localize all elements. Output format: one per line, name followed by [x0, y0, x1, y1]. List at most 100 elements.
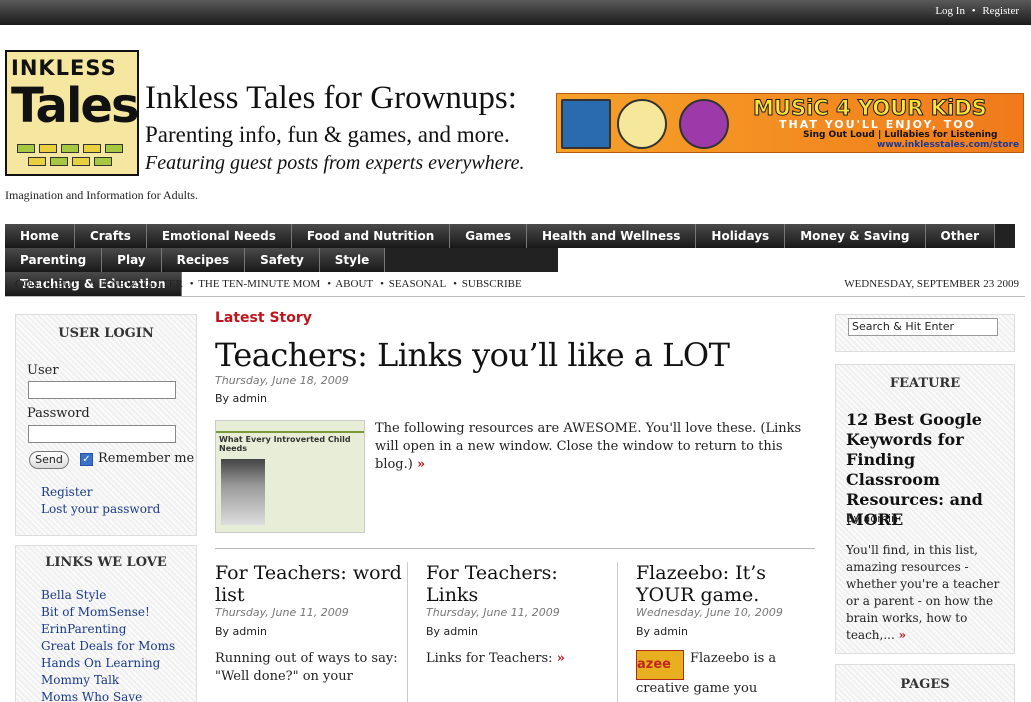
nav-health-wellness[interactable]: Health and Wellness: [527, 224, 697, 248]
site-title: Inkless Tales for Grownups:: [145, 80, 517, 116]
separator-dot: •: [971, 5, 976, 17]
auth-links: Log In • Register: [935, 5, 1019, 17]
subnav-subscribe[interactable]: SUBSCRIBE: [462, 278, 522, 290]
site-subtitle-2: Featuring guest posts from experts every…: [145, 152, 525, 174]
nav-recipes[interactable]: Recipes: [161, 248, 246, 272]
story-excerpt: The following resources are AWESOME. You…: [375, 421, 802, 472]
send-button[interactable]: Send: [29, 451, 69, 469]
lost-password-link[interactable]: Lost your password: [41, 502, 160, 516]
main-nav-row-2: Parenting Play Recipes Safety Style Teac…: [5, 248, 558, 296]
cd-disc-icon: [617, 99, 667, 149]
nav-crafts[interactable]: Crafts: [74, 224, 147, 248]
login-link[interactable]: Log In: [935, 5, 965, 17]
thumbnail-photo: [221, 459, 265, 525]
story-headline[interactable]: Teachers: Links you’ll like a LOT: [215, 336, 730, 374]
banner-url: www.inklesstales.com/store: [877, 140, 1020, 150]
post-title[interactable]: For Teachers: Links: [426, 562, 597, 606]
cd-disc-icon: [679, 99, 729, 149]
password-label: Password: [27, 406, 90, 421]
divider: [215, 548, 815, 549]
site-header: INKLESS Tales Inkless Tales for Grownups…: [5, 50, 525, 180]
register-link[interactable]: Register: [982, 5, 1019, 17]
subnav-about[interactable]: ABOUT: [335, 278, 373, 290]
logo-small-text: INKLESS: [11, 56, 117, 80]
story-date: Thursday, June 18, 2009: [215, 374, 349, 387]
divider: [5, 296, 1025, 297]
cd-cover-icon: [561, 99, 611, 149]
links-heading: LINKS WE LOVE: [45, 555, 167, 570]
current-date: WEDNESDAY, SEPTEMBER 23 2009: [844, 278, 1019, 290]
latest-story-label: Latest Story: [215, 310, 312, 326]
pages-heading: PAGES: [900, 677, 950, 692]
post-excerpt: azee Flazeebo is a creative game you: [636, 650, 777, 696]
subnav-ten-minute-mom[interactable]: THE TEN-MINUTE MOM: [198, 278, 320, 290]
pages-box: PAGES: [835, 664, 1015, 702]
banner-line3: Sing Out Loud | Lullabies for Listening: [803, 130, 998, 140]
top-bar: Log In • Register: [0, 0, 1031, 25]
post-byline: By admin: [426, 625, 479, 638]
feature-box: FEATURE 12 Best Google Keywords for Find…: [835, 364, 1015, 654]
post-title[interactable]: For Teachers: word list: [215, 562, 405, 606]
sub-nav: CONTRIBUTE • E-NEWSLETTER • THE TEN-MINUTE…: [15, 278, 1019, 290]
music-banner-ad[interactable]: MUSiC 4 YOUR KiDS THAT YOU'LL ENJOY, TOO…: [556, 93, 1024, 153]
read-more-arrow[interactable]: »: [417, 457, 425, 472]
list-item[interactable]: ErinParenting: [41, 622, 175, 639]
post-summary: For Teachers: Links Thursday, June 11, 2…: [407, 562, 597, 702]
post-date: Thursday, June 11, 2009: [426, 606, 560, 619]
login-heading: USER LOGIN: [58, 326, 154, 341]
nav-other[interactable]: Other: [925, 224, 996, 248]
user-input[interactable]: [28, 381, 176, 399]
nav-style[interactable]: Style: [319, 248, 386, 272]
post-byline: By admin: [636, 625, 689, 638]
banner-headline: MUSiC 4 YOUR KiDS: [753, 96, 988, 121]
list-item[interactable]: Bella Style: [41, 588, 175, 605]
subnav-enewsletter[interactable]: E-NEWSLETTER: [100, 278, 182, 290]
post-date: Wednesday, June 10, 2009: [636, 606, 783, 619]
site-tagline: Imagination and Information for Adults.: [5, 188, 198, 202]
nav-money-saving[interactable]: Money & Saving: [785, 224, 926, 248]
main-nav-row-1: Home Crafts Emotional Needs Food and Nut…: [5, 224, 1015, 248]
post-date: Thursday, June 11, 2009: [215, 606, 349, 619]
nav-food-nutrition[interactable]: Food and Nutrition: [291, 224, 451, 248]
list-item[interactable]: Hands On Learning: [41, 656, 175, 673]
list-item[interactable]: Great Deals for Moms: [41, 639, 175, 656]
nav-games[interactable]: Games: [450, 224, 527, 248]
nav-home[interactable]: Home: [5, 224, 75, 248]
nav-parenting[interactable]: Parenting: [5, 248, 103, 272]
nav-emotional-needs[interactable]: Emotional Needs: [146, 224, 292, 248]
feature-heading: FEATURE: [889, 376, 961, 391]
remember-label: Remember me: [98, 451, 195, 466]
register-link[interactable]: Register: [41, 485, 92, 499]
nav-safety[interactable]: Safety: [245, 248, 320, 272]
read-more-arrow[interactable]: »: [899, 628, 907, 642]
subnav-seasonal[interactable]: SEASONAL: [389, 278, 446, 290]
thumbnail-title: What Every Introverted Child Needs: [219, 435, 351, 453]
subnav-contribute[interactable]: CONTRIBUTE: [15, 278, 85, 290]
search-box: Search & Hit Enter: [835, 314, 1015, 352]
list-item[interactable]: Moms Who Save: [41, 690, 175, 702]
search-input[interactable]: Search & Hit Enter: [848, 318, 998, 336]
list-item[interactable]: Mommy Talk: [41, 673, 175, 690]
feature-byline: By admin: [846, 512, 899, 525]
links-we-love-box: LINKS WE LOVE Bella Style Bit of MomSens…: [15, 545, 197, 702]
password-input[interactable]: [28, 425, 176, 443]
post-summary: Flazeebo: It’s YOUR game. Wednesday, Jun…: [617, 562, 807, 702]
logo-blocks: [17, 144, 131, 170]
list-item[interactable]: Bit of MomSense!: [41, 605, 175, 622]
feature-excerpt: You'll find, in this list, amazing resou…: [846, 543, 1000, 642]
story-thumbnail[interactable]: What Every Introverted Child Needs: [215, 420, 365, 533]
read-more-arrow[interactable]: »: [557, 651, 565, 666]
remember-checkbox[interactable]: ✓: [80, 453, 93, 466]
post-title[interactable]: Flazeebo: It’s YOUR game.: [636, 562, 807, 606]
site-subtitle: Parenting info, fun & games, and more.: [145, 122, 510, 147]
flazeebo-logo: azee: [636, 650, 684, 680]
post-excerpt: Running out of ways to say: "Well done?"…: [215, 651, 398, 684]
post-summary: For Teachers: word list Thursday, June 1…: [215, 562, 405, 702]
user-login-box: USER LOGIN User Password Send ✓ Remember…: [15, 314, 197, 536]
nav-play[interactable]: Play: [102, 248, 162, 272]
post-byline: By admin: [215, 625, 268, 638]
user-label: User: [27, 363, 59, 378]
site-logo[interactable]: INKLESS Tales: [5, 50, 140, 176]
nav-holidays[interactable]: Holidays: [696, 224, 786, 248]
main-content: Latest Story Teachers: Links you’ll like…: [215, 310, 815, 702]
